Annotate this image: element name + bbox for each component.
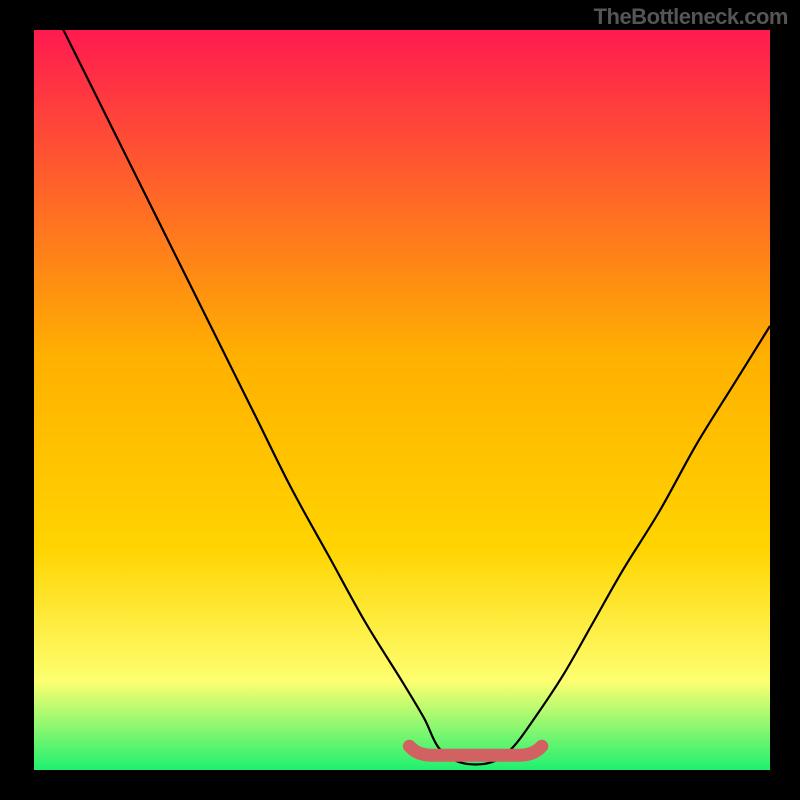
plot-area bbox=[34, 30, 770, 770]
watermark-text: TheBottleneck.com bbox=[594, 4, 788, 30]
gradient-background bbox=[34, 30, 770, 770]
bottleneck-plot-svg bbox=[34, 30, 770, 770]
chart-frame: TheBottleneck.com bbox=[0, 0, 800, 800]
